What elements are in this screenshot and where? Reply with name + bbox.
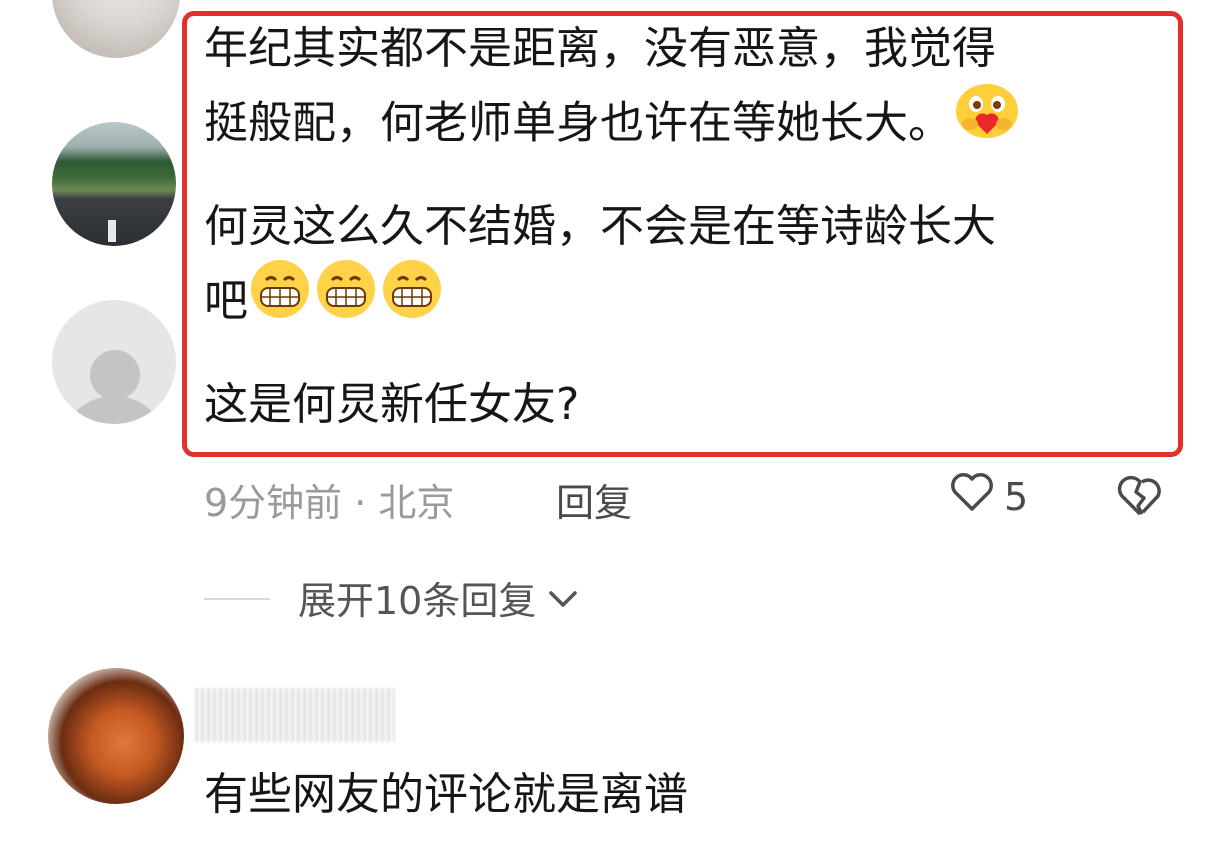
dislike-button[interactable] — [1116, 474, 1164, 522]
comment-2-line1: 何灵这么久不结婚，不会是在等诗龄长大 — [204, 201, 996, 252]
comment-2-line2: 吧 — [204, 260, 996, 345]
expand-replies-label: 展开10条回复 — [298, 579, 537, 623]
avatar-body — [66, 396, 162, 424]
expand-divider — [204, 598, 270, 600]
comment-3: 这是何炅新任女友? — [204, 379, 580, 430]
comment-2-text2: 吧 — [204, 275, 248, 327]
avatar-user-1[interactable] — [52, 0, 180, 58]
reply-button[interactable]: 回复 — [556, 472, 632, 527]
avatar-user-4[interactable] — [48, 668, 184, 804]
avatar-user-2[interactable] — [52, 122, 176, 246]
grin-emoji-icon — [248, 258, 448, 341]
comment-1-text2: 挺般配，何老师单身也许在等她长大。 — [204, 97, 952, 149]
comment-1-line2: 挺般配，何老师单身也许在等她长大。 — [204, 84, 1022, 167]
blurred-username — [195, 688, 395, 742]
heart-hug-emoji-icon — [952, 80, 1022, 163]
comment-2: 何灵这么久不结婚，不会是在等诗龄长大 吧 — [204, 192, 996, 345]
like-button[interactable]: 5 — [950, 472, 1028, 521]
broken-heart-icon — [1116, 475, 1164, 522]
comment-1-line1: 年纪其实都不是距离，没有恶意，我觉得 — [204, 23, 996, 74]
comment-time-location: 9分钟前 · 北京 — [204, 481, 455, 525]
comment-4: 有些网友的评论就是离谱 — [204, 769, 688, 820]
heart-outline-icon — [950, 472, 994, 521]
avatar-head — [90, 350, 140, 400]
avatar-default[interactable] — [52, 300, 176, 424]
expand-replies-button[interactable]: 展开10条回复 — [298, 570, 580, 625]
like-count: 5 — [1004, 474, 1029, 519]
chevron-down-icon — [546, 576, 580, 620]
comment-1: 年纪其实都不是距离，没有恶意，我觉得 挺般配，何老师单身也许在等她长大。 — [204, 14, 1022, 167]
avatar-road-mark — [108, 220, 116, 242]
